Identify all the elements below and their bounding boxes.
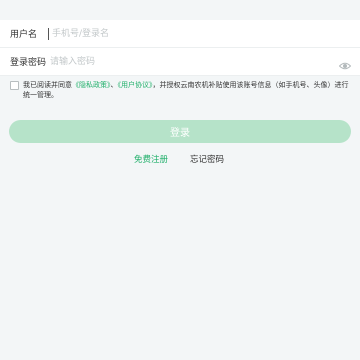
forgot-password-link[interactable]: 忘记密码 <box>190 153 224 165</box>
top-bar <box>0 0 360 21</box>
username-label: 用户名 <box>10 30 38 40</box>
auth-links: 免费注册 忘记密码 <box>0 153 360 165</box>
agreement-text: 我已阅读并同意《隐私政策》、《用户协议》，并授权云南农机补贴使用该账号信息（如手… <box>23 80 352 100</box>
login-form: 用户名 登录密码 <box>0 20 360 76</box>
username-input[interactable] <box>50 26 302 41</box>
agreement-separator: 、 <box>110 81 118 89</box>
agreement: 我已阅读并同意《隐私政策》、《用户协议》，并授权云南农机补贴使用该账号信息（如手… <box>10 80 352 100</box>
agreement-prefix: 我已阅读并同意 <box>23 81 72 89</box>
user-agreement-link[interactable]: 《用户协议》 <box>118 81 153 89</box>
agree-checkbox[interactable] <box>10 81 19 90</box>
eye-icon[interactable] <box>338 56 352 70</box>
login-button[interactable]: 登录 <box>9 120 351 143</box>
password-input[interactable] <box>48 54 300 69</box>
privacy-policy-link[interactable]: 《隐私政策》 <box>72 81 111 89</box>
register-link[interactable]: 免费注册 <box>134 153 168 165</box>
username-row: 用户名 <box>0 20 360 48</box>
text-caret <box>48 27 49 40</box>
login-page: 用户名 登录密码 我已阅读并同意《隐私政策》、《用户协议》，并授权云南农机补贴使… <box>0 0 360 360</box>
password-row: 登录密码 <box>0 48 360 76</box>
password-label: 登录密码 <box>10 58 47 68</box>
